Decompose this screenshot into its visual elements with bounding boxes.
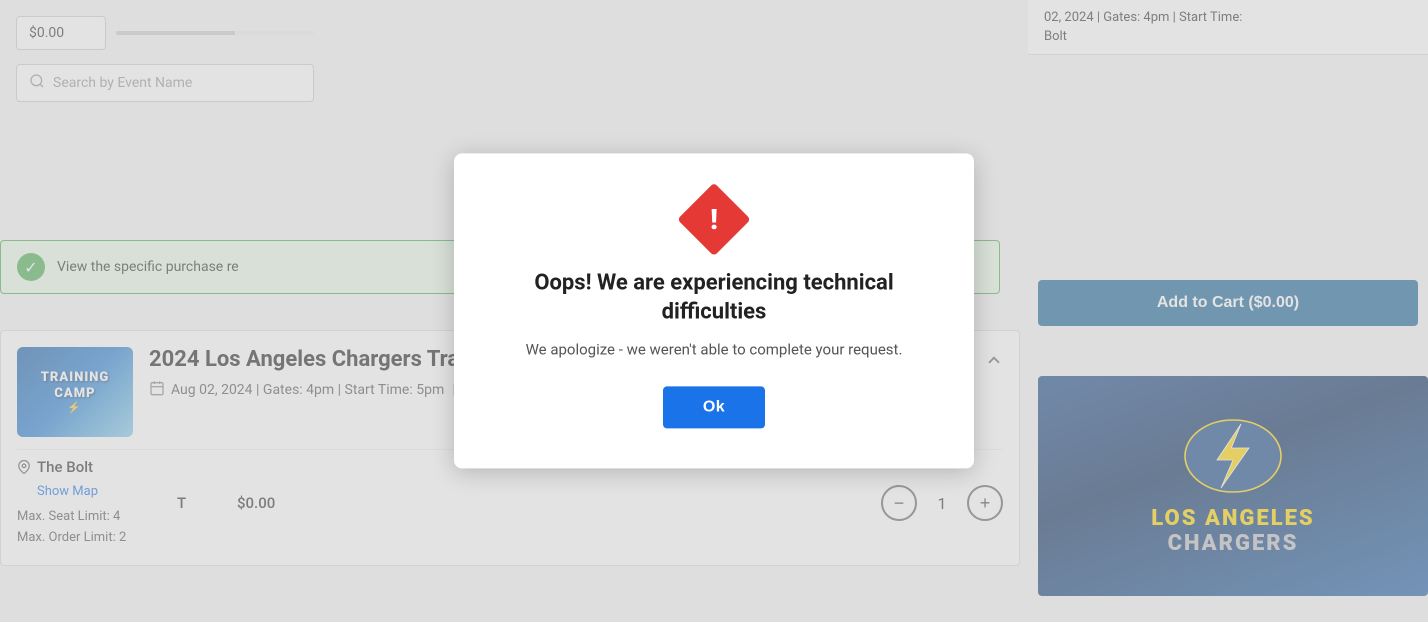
modal-warning-icon (502, 193, 926, 249)
modal-title: Oops! We are experiencing technical diff… (502, 269, 926, 326)
diamond-warning-shape (677, 183, 751, 257)
error-modal: Oops! We are experiencing technical diff… (454, 153, 974, 468)
modal-ok-button[interactable]: Ok (663, 387, 765, 429)
modal-body-text: We apologize - we weren't able to comple… (502, 341, 926, 359)
